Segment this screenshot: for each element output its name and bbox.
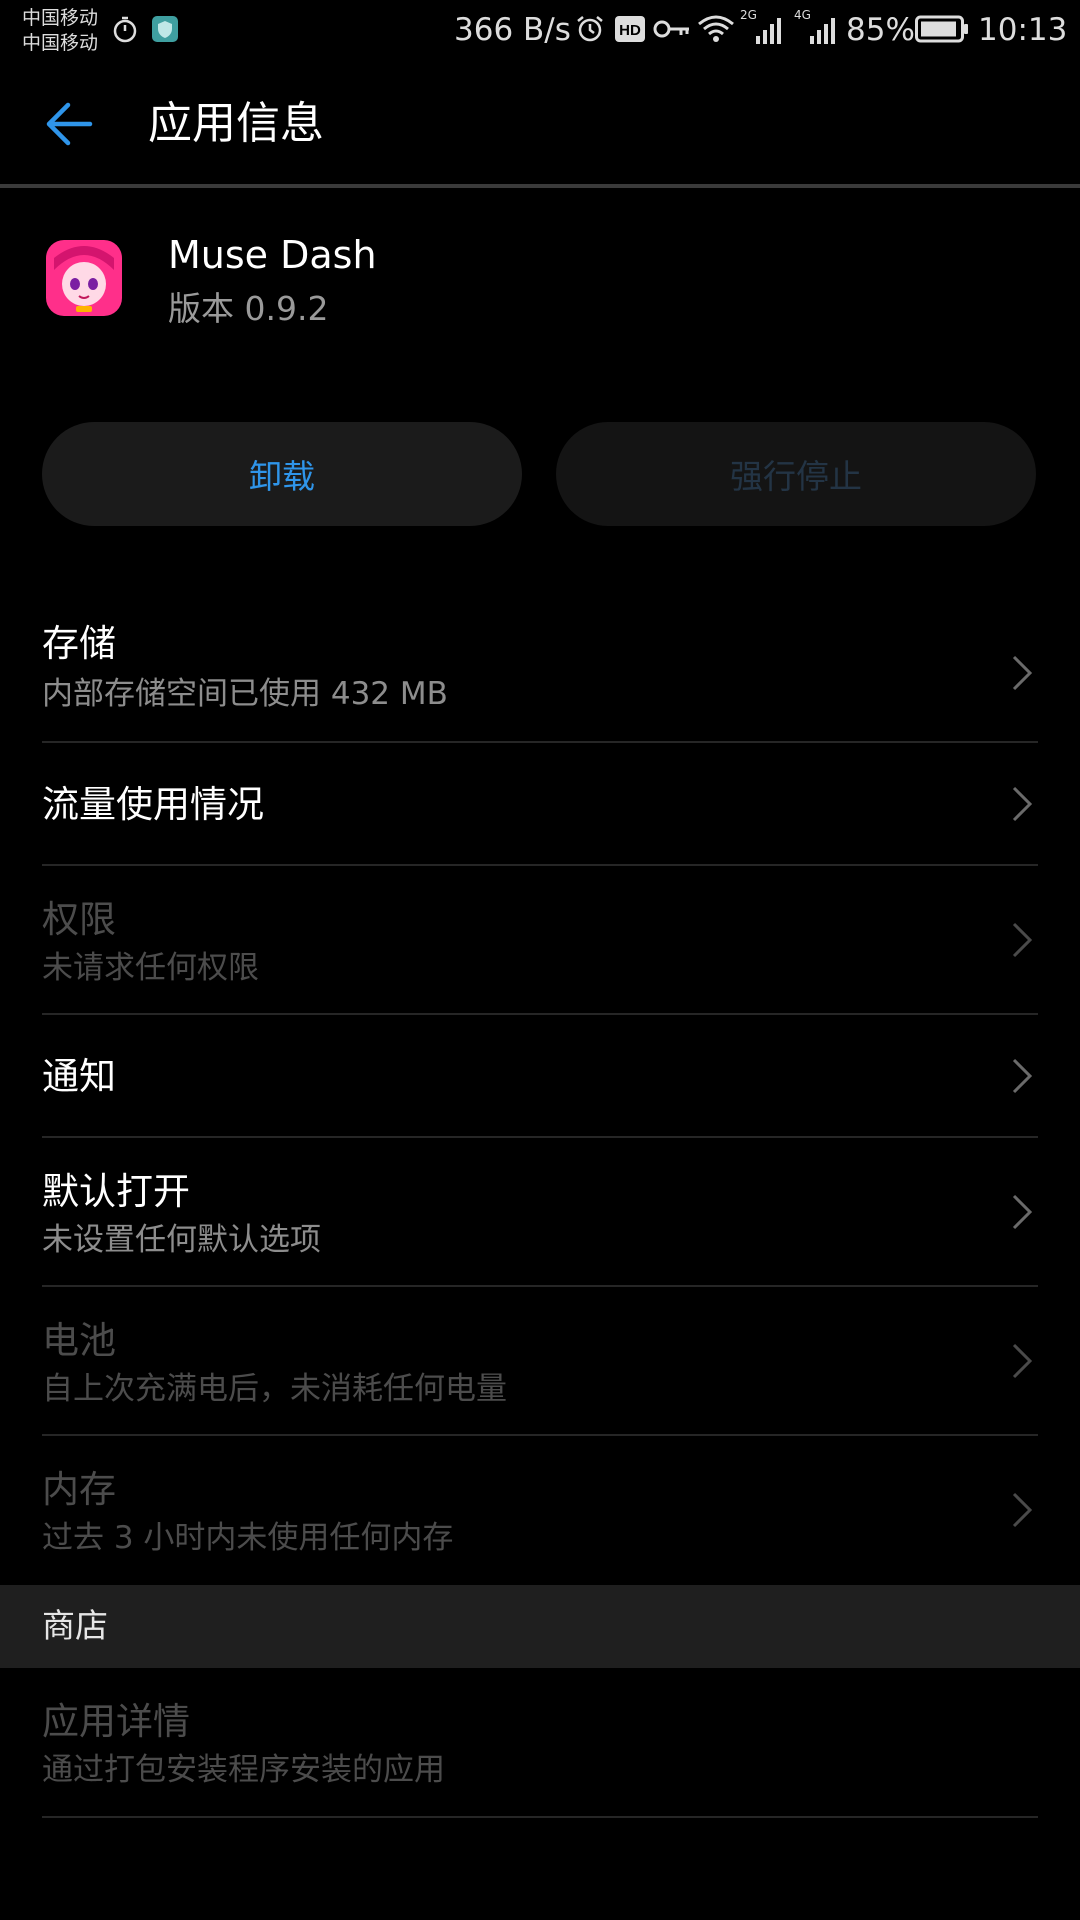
- stopwatch-icon: [110, 12, 140, 46]
- row-title: 权限: [42, 898, 116, 941]
- back-arrow-icon[interactable]: [40, 94, 100, 154]
- app-bar: 应用信息: [0, 64, 1080, 184]
- clock: 10:13: [978, 12, 1068, 48]
- row-subtitle: 过去 3 小时内未使用任何内存: [42, 1520, 454, 1556]
- row-title: 通知: [42, 1055, 116, 1098]
- chevron-right-icon: [1012, 655, 1033, 691]
- list-item-storage[interactable]: 存储 内部存储空间已使用 432 MB: [42, 608, 1038, 738]
- row-title: 默认打开: [42, 1170, 190, 1213]
- divider: [42, 1816, 1038, 1818]
- chevron-right-icon: [1012, 1058, 1033, 1094]
- chevron-right-icon: [1012, 1194, 1033, 1230]
- list-item-notifications[interactable]: 通知: [42, 1015, 1038, 1137]
- app-name: Muse Dash: [168, 233, 377, 277]
- svg-text:HD: HD: [619, 22, 641, 39]
- page-title: 应用信息: [148, 98, 324, 149]
- section-header-store: 商店: [0, 1585, 1080, 1668]
- alarm-icon: [573, 12, 607, 46]
- row-title: 存储: [42, 622, 116, 665]
- uninstall-button[interactable]: 卸载: [42, 422, 522, 526]
- row-title: 电池: [42, 1319, 116, 1362]
- row-subtitle: 内部存储空间已使用 432 MB: [42, 676, 448, 712]
- carrier-1: 中国移动: [22, 7, 99, 29]
- force-stop-button[interactable]: 强行停止: [556, 422, 1036, 526]
- list-item-data-usage[interactable]: 流量使用情况: [42, 743, 1038, 865]
- list-item-app-details[interactable]: 应用详情 通过打包安装程序安装的应用: [42, 1668, 1038, 1816]
- appbar-divider: [0, 184, 1080, 188]
- chevron-right-icon: [1012, 786, 1033, 822]
- list-item-memory[interactable]: 内存 过去 3 小时内未使用任何内存: [42, 1436, 1038, 1584]
- chevron-right-icon: [1012, 1343, 1033, 1379]
- row-title: 流量使用情况: [42, 783, 264, 826]
- battery-percent: 85%: [846, 12, 915, 48]
- list-item-permissions[interactable]: 权限 未请求任何权限: [42, 866, 1038, 1014]
- app-icon: [46, 240, 122, 316]
- signal-icon-4g: 4G: [794, 8, 842, 46]
- carrier-2: 中国移动: [22, 32, 99, 54]
- hd-icon: HD: [614, 12, 646, 46]
- status-bar: 中国移动 中国移动 366 B/s HD 2G 4G 85% 10:13: [0, 0, 1080, 64]
- chevron-right-icon: [1012, 1492, 1033, 1528]
- chevron-right-icon: [1012, 922, 1033, 958]
- battery-icon: [914, 12, 970, 46]
- row-title: 应用详情: [42, 1700, 190, 1743]
- row-subtitle: 自上次充满电后，未消耗任何电量: [42, 1371, 507, 1407]
- row-subtitle: 通过打包安装程序安装的应用: [42, 1752, 445, 1788]
- key-icon: [652, 12, 692, 46]
- row-subtitle: 未请求任何权限: [42, 950, 259, 986]
- signal-icon-2g: 2G: [740, 8, 788, 46]
- carrier-labels: 中国移动 中国移动: [22, 6, 98, 56]
- row-title: 内存: [42, 1468, 116, 1511]
- app-version: 版本 0.9.2: [168, 289, 329, 328]
- wifi-icon: [696, 12, 736, 46]
- shield-icon: [150, 12, 180, 46]
- net-speed: 366 B/s: [454, 12, 571, 48]
- list-item-open-by-default[interactable]: 默认打开 未设置任何默认选项: [42, 1138, 1038, 1286]
- row-subtitle: 未设置任何默认选项: [42, 1222, 321, 1258]
- section-label: 商店: [42, 1606, 108, 1645]
- list-item-battery[interactable]: 电池 自上次充满电后，未消耗任何电量: [42, 1287, 1038, 1435]
